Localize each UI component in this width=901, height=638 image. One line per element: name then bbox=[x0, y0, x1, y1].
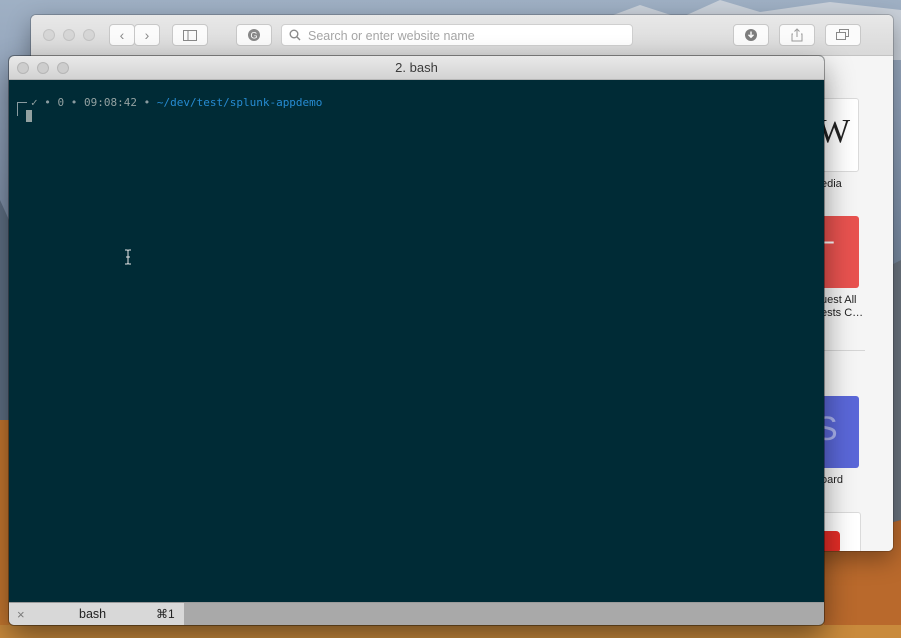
separator: • bbox=[136, 96, 157, 109]
prompt-time: 09:08:42 bbox=[84, 96, 137, 109]
tab-label: bash bbox=[79, 607, 107, 621]
terminal-window: 2. bash ✓ • 0 • 09:08:42 • ~/dev/test/sp… bbox=[9, 56, 824, 625]
downloads-button[interactable] bbox=[733, 24, 769, 46]
search-icon bbox=[289, 29, 301, 41]
share-icon bbox=[791, 28, 803, 42]
terminal-tab-bar: × bash ⌘1 bbox=[9, 602, 824, 625]
share-button[interactable] bbox=[779, 24, 815, 46]
terminal-body[interactable]: ✓ • 0 • 09:08:42 • ~/dev/test/splunk-app… bbox=[9, 80, 824, 602]
forward-button[interactable]: › bbox=[134, 24, 160, 46]
download-icon bbox=[745, 29, 757, 41]
address-bar[interactable] bbox=[281, 24, 633, 46]
sidebar-button[interactable] bbox=[172, 24, 208, 46]
text-cursor bbox=[26, 110, 32, 122]
favorite-label: oard bbox=[821, 474, 844, 486]
zoom-window-button[interactable] bbox=[83, 29, 95, 41]
chevron-left-icon: ‹ bbox=[119, 27, 125, 43]
back-button[interactable]: ‹ bbox=[109, 24, 135, 46]
tab-shortcut: ⌘1 bbox=[156, 607, 175, 621]
exit-code: 0 bbox=[57, 96, 65, 109]
shell-prompt: ✓ • 0 • 09:08:42 • ~/dev/test/splunk-app… bbox=[31, 96, 322, 110]
minimize-window-button[interactable] bbox=[63, 29, 75, 41]
search-input[interactable] bbox=[306, 27, 630, 45]
separator: • bbox=[64, 96, 84, 109]
close-tab-icon[interactable]: × bbox=[17, 603, 25, 625]
window-title: 2. bash bbox=[395, 60, 438, 75]
svg-text:G: G bbox=[250, 31, 257, 41]
favorite-label: uest All ests C… bbox=[821, 294, 864, 319]
status-check: ✓ bbox=[31, 96, 38, 109]
grammarly-button[interactable]: G bbox=[236, 24, 272, 46]
terminal-titlebar: 2. bash bbox=[9, 56, 824, 80]
favorite-label: edia bbox=[821, 178, 842, 190]
grammarly-icon: G bbox=[248, 29, 260, 41]
current-directory: ~/dev/test/splunk-appdemo bbox=[156, 96, 323, 109]
tab-bash[interactable]: × bash ⌘1 bbox=[9, 603, 184, 625]
safari-toolbar: ‹ › G bbox=[31, 15, 893, 56]
ibeam-cursor-icon bbox=[125, 249, 131, 265]
tabs-overview-icon bbox=[836, 29, 849, 40]
sidebar-icon bbox=[183, 30, 197, 41]
chevron-right-icon: › bbox=[144, 27, 150, 43]
tabs-overview-button[interactable] bbox=[825, 24, 861, 46]
separator: • bbox=[37, 96, 58, 109]
close-window-button[interactable] bbox=[43, 29, 55, 41]
